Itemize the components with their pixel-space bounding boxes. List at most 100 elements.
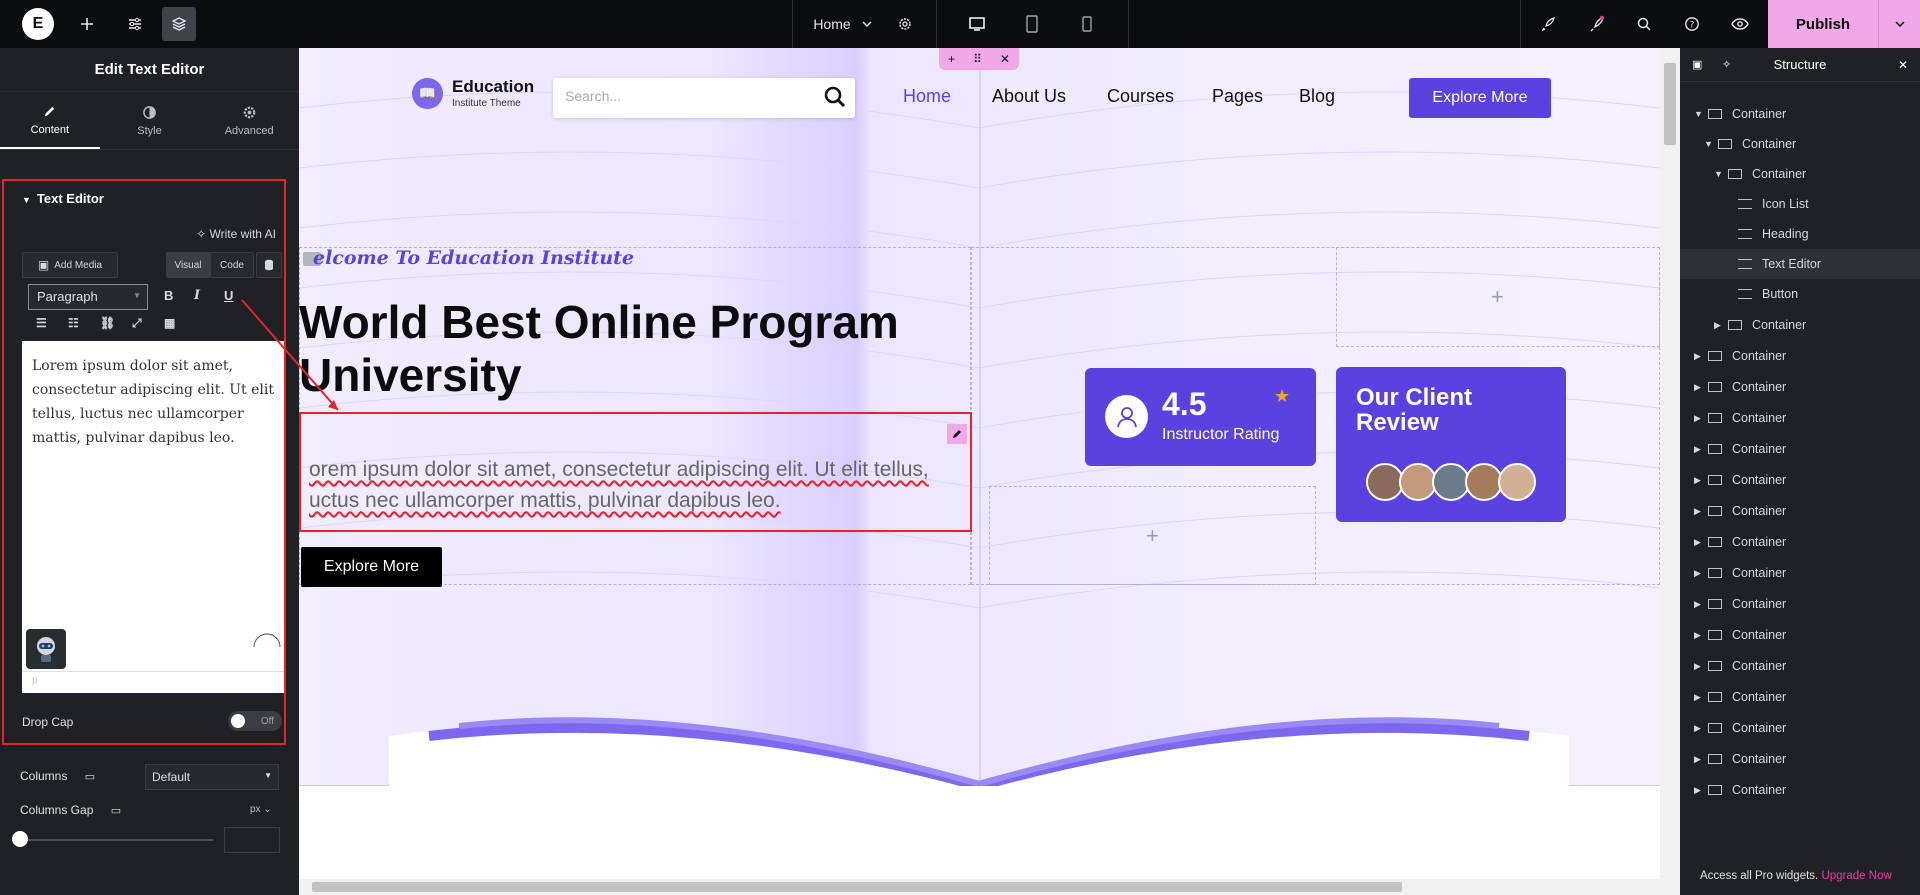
structure-item[interactable]: Text Editor bbox=[1680, 249, 1920, 279]
structure-item[interactable]: ▶ Container bbox=[1680, 682, 1920, 712]
structure-item[interactable]: ▶ Container bbox=[1680, 434, 1920, 464]
vertical-scrollbar[interactable] bbox=[1660, 48, 1680, 895]
structure-item[interactable]: ▶ Container bbox=[1680, 558, 1920, 588]
structure-item-label: Container bbox=[1732, 566, 1787, 580]
structure-item[interactable]: ▶ Container bbox=[1680, 713, 1920, 743]
container-icon bbox=[1728, 169, 1742, 179]
structure-item[interactable]: ▶ Container bbox=[1680, 496, 1920, 526]
container-icon bbox=[1738, 229, 1752, 239]
caret-right-icon[interactable]: ▶ bbox=[1694, 630, 1708, 641]
structure-item-label: Text Editor bbox=[1762, 257, 1822, 271]
caret-right-icon[interactable]: ▶ bbox=[1694, 506, 1708, 517]
caret-down-icon[interactable]: ▼ bbox=[1694, 109, 1708, 119]
caret-right-icon[interactable]: ▶ bbox=[1694, 661, 1708, 672]
structure-item[interactable]: ▼ Container bbox=[1680, 159, 1920, 189]
structure-item-label: Heading bbox=[1762, 227, 1809, 241]
structure-item-label: Container bbox=[1732, 535, 1787, 549]
structure-item[interactable]: Heading bbox=[1680, 219, 1920, 249]
structure-item[interactable]: Button bbox=[1680, 279, 1920, 309]
caret-down-icon[interactable]: ▼ bbox=[1714, 169, 1728, 179]
caret-right-icon[interactable]: ▶ bbox=[1694, 382, 1708, 393]
container-icon bbox=[1708, 475, 1722, 485]
caret-right-icon[interactable]: ▶ bbox=[1694, 692, 1708, 703]
structure-item[interactable]: ▶ Container bbox=[1680, 527, 1920, 557]
structure-item-label: Container bbox=[1732, 107, 1787, 121]
structure-item-label: Container bbox=[1732, 752, 1787, 766]
container-icon bbox=[1708, 568, 1722, 578]
structure-item-label: Container bbox=[1732, 504, 1787, 518]
structure-item[interactable]: ▶ Container bbox=[1680, 620, 1920, 650]
container-icon bbox=[1708, 754, 1722, 764]
container-icon bbox=[1708, 351, 1722, 361]
collapse-all-icon[interactable]: ▣ bbox=[1692, 58, 1702, 71]
structure-item[interactable]: ▶ Container bbox=[1680, 744, 1920, 774]
caret-right-icon[interactable]: ▶ bbox=[1694, 723, 1708, 734]
structure-item-label: Container bbox=[1732, 628, 1787, 642]
structure-item-label: Container bbox=[1742, 137, 1797, 151]
structure-item-label: Icon List bbox=[1762, 197, 1809, 211]
structure-item-label: Container bbox=[1732, 473, 1787, 487]
caret-right-icon[interactable]: ▶ bbox=[1694, 351, 1708, 362]
container-icon bbox=[1708, 661, 1722, 671]
close-icon[interactable]: ✕ bbox=[1898, 58, 1908, 72]
caret-right-icon[interactable]: ▶ bbox=[1694, 537, 1708, 548]
container-icon bbox=[1708, 785, 1722, 795]
structure-item-label: Container bbox=[1752, 167, 1807, 181]
container-icon bbox=[1738, 199, 1752, 209]
structure-item-label: Container bbox=[1732, 349, 1787, 363]
structure-item-label: Container bbox=[1732, 597, 1787, 611]
structure-panel: ▣ ✧ Structure ✕ ▼ Container ▼ Container ▼ Con… bbox=[1680, 48, 1920, 895]
upgrade-note: Access all Pro widgets. Upgrade Now bbox=[1700, 870, 1892, 882]
container-icon bbox=[1708, 382, 1722, 392]
horizontal-scrollbar[interactable] bbox=[299, 879, 1660, 895]
container-icon bbox=[1728, 320, 1742, 330]
structure-item[interactable]: ▶ Container bbox=[1680, 341, 1920, 371]
container-icon bbox=[1708, 723, 1722, 733]
container-icon bbox=[1708, 109, 1722, 119]
scroll-thumb[interactable] bbox=[1664, 63, 1676, 145]
structure-title: Structure bbox=[1773, 57, 1827, 72]
structure-header: ▣ ✧ Structure ✕ bbox=[1680, 48, 1920, 82]
structure-item[interactable]: ▶ Container bbox=[1680, 372, 1920, 402]
structure-item[interactable]: ▶ Container bbox=[1680, 310, 1920, 340]
structure-item-label: Container bbox=[1732, 411, 1787, 425]
upgrade-note-text: Access all Pro widgets. bbox=[1700, 870, 1819, 882]
container-icon bbox=[1708, 413, 1722, 423]
structure-item-label: Container bbox=[1732, 721, 1787, 735]
container-icon bbox=[1708, 444, 1722, 454]
caret-right-icon[interactable]: ▶ bbox=[1694, 444, 1708, 455]
structure-item-label: Container bbox=[1732, 442, 1787, 456]
scroll-thumb[interactable] bbox=[312, 882, 1402, 892]
caret-right-icon[interactable]: ▶ bbox=[1694, 413, 1708, 424]
structure-item-label: Container bbox=[1732, 690, 1787, 704]
container-icon bbox=[1738, 259, 1752, 269]
structure-item[interactable]: ▼ Container bbox=[1680, 99, 1920, 129]
container-icon bbox=[1708, 692, 1722, 702]
caret-right-icon[interactable]: ▶ bbox=[1714, 320, 1728, 331]
structure-item-label: Button bbox=[1762, 287, 1799, 301]
annotation-arrow bbox=[241, 299, 339, 411]
structure-item[interactable]: ▶ Container bbox=[1680, 403, 1920, 433]
structure-item[interactable]: ▶ Container bbox=[1680, 465, 1920, 495]
upgrade-now-link[interactable]: Upgrade Now bbox=[1821, 870, 1891, 882]
structure-item-label: Container bbox=[1732, 783, 1787, 797]
caret-right-icon[interactable]: ▶ bbox=[1694, 599, 1708, 610]
caret-right-icon[interactable]: ▶ bbox=[1694, 754, 1708, 765]
container-icon bbox=[1718, 139, 1732, 149]
container-icon bbox=[1738, 289, 1752, 299]
caret-down-icon[interactable]: ▼ bbox=[1704, 139, 1718, 149]
container-icon bbox=[1708, 506, 1722, 516]
structure-item[interactable]: ▶ Container bbox=[1680, 651, 1920, 681]
structure-item-label: Container bbox=[1732, 659, 1787, 673]
structure-item[interactable]: ▶ Container bbox=[1680, 589, 1920, 619]
structure-item-label: Container bbox=[1732, 380, 1787, 394]
caret-right-icon[interactable]: ▶ bbox=[1694, 475, 1708, 486]
structure-item[interactable]: Icon List bbox=[1680, 189, 1920, 219]
structure-item[interactable]: ▼ Container bbox=[1680, 129, 1920, 159]
caret-right-icon[interactable]: ▶ bbox=[1694, 568, 1708, 579]
container-icon bbox=[1708, 630, 1722, 640]
structure-item-label: Container bbox=[1752, 318, 1807, 332]
caret-right-icon[interactable]: ▶ bbox=[1694, 785, 1708, 796]
ai-sparkle-icon[interactable]: ✧ bbox=[1722, 58, 1731, 71]
structure-item[interactable]: ▶ Container bbox=[1680, 775, 1920, 805]
